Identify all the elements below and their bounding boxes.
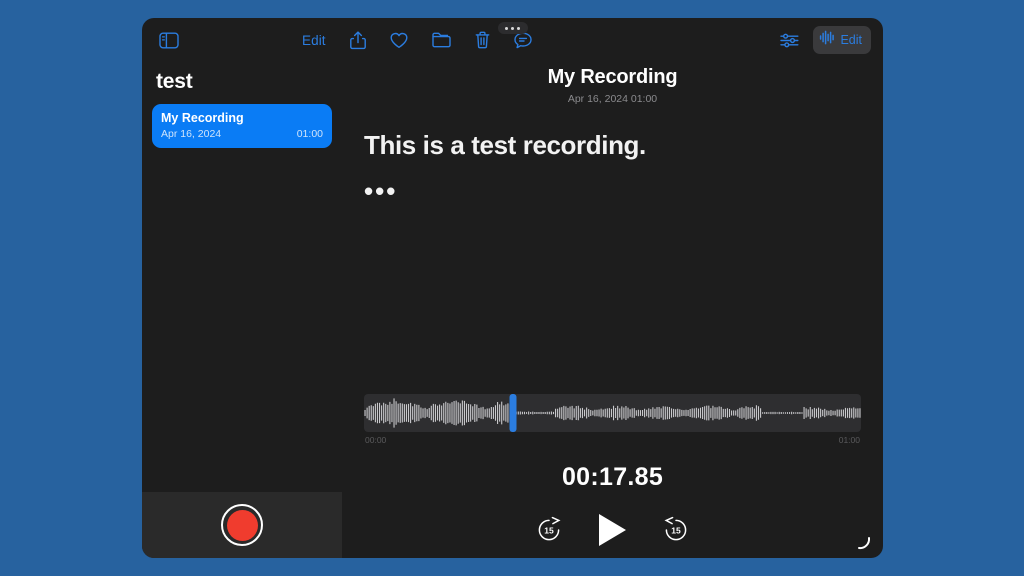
player: 00:00 01:00 00:17.85 15 15: [342, 394, 883, 552]
recording-date: Apr 16, 2024: [161, 128, 222, 140]
handle-dot: [505, 26, 508, 30]
transport-controls: 15 15: [342, 508, 883, 552]
current-time-display: 00:17.85: [561, 463, 664, 491]
recording-meta: Apr 16, 2024 01:00: [161, 128, 323, 140]
voice-memos-window: Edit Edit test My Recording Apr 16, 2024…: [142, 18, 883, 558]
record-bar: [142, 492, 342, 558]
detail-header: My Recording Apr 16, 2024 01:00: [342, 62, 883, 105]
playhead[interactable]: [509, 394, 517, 432]
toolbar-actions: Edit: [302, 30, 532, 50]
handle-dot: [517, 26, 520, 30]
skip-forward-label: 15: [671, 525, 681, 536]
recording-subtitle: Apr 16, 2024 01:00: [567, 93, 658, 105]
multitask-handle[interactable]: [497, 22, 528, 34]
start-time-label: 00:00: [365, 435, 387, 445]
handle-dot: [511, 26, 514, 30]
list-item-my-recording[interactable]: My Recording Apr 16, 2024 01:00: [152, 104, 332, 148]
transcript-area[interactable]: This is a test recording. •••: [342, 105, 883, 207]
waveform-icon: [819, 30, 836, 50]
record-circle-icon: [226, 509, 258, 541]
trash-icon[interactable]: [475, 31, 490, 49]
resize-arc-icon: [855, 534, 873, 552]
page-title: My Recording: [547, 66, 678, 88]
sidebar-title: test: [156, 70, 193, 93]
skip-back-15-icon[interactable]: 15: [535, 516, 563, 544]
speech-bubble-text-icon[interactable]: [513, 32, 532, 49]
window-body: test My Recording Apr 16, 2024 01:00 My …: [142, 62, 883, 558]
transcript-ellipsis: •••: [364, 175, 398, 206]
edit-audio-button[interactable]: Edit: [813, 26, 871, 54]
toolbar-right-actions: Edit: [780, 26, 871, 54]
skip-forward-15-icon[interactable]: 15: [662, 516, 690, 544]
edit-button[interactable]: Edit: [302, 33, 326, 48]
recording-list: My Recording Apr 16, 2024 01:00: [142, 104, 342, 148]
recording-name: My Recording: [161, 111, 244, 125]
sliders-icon[interactable]: [780, 32, 799, 49]
end-time-label: 01:00: [838, 435, 860, 445]
waveform-time-labels: 00:00 01:00: [365, 435, 860, 445]
waveform-graphic: [364, 398, 861, 428]
folder-icon[interactable]: [431, 32, 451, 48]
recording-duration: 01:00: [296, 128, 323, 140]
detail-pane: My Recording Apr 16, 2024 01:00 This is …: [342, 62, 883, 558]
play-icon[interactable]: [599, 514, 626, 546]
transcript-text: This is a test recording.: [364, 130, 646, 160]
edit-audio-label: Edit: [840, 33, 862, 47]
sidebar: test My Recording Apr 16, 2024 01:00: [142, 62, 342, 558]
heart-icon[interactable]: [390, 32, 408, 49]
record-button[interactable]: [221, 504, 263, 546]
waveform-scrubber[interactable]: [364, 394, 861, 432]
skip-back-label: 15: [544, 525, 554, 536]
sidebar-toggle-icon[interactable]: [152, 25, 186, 55]
share-icon[interactable]: [349, 30, 366, 50]
